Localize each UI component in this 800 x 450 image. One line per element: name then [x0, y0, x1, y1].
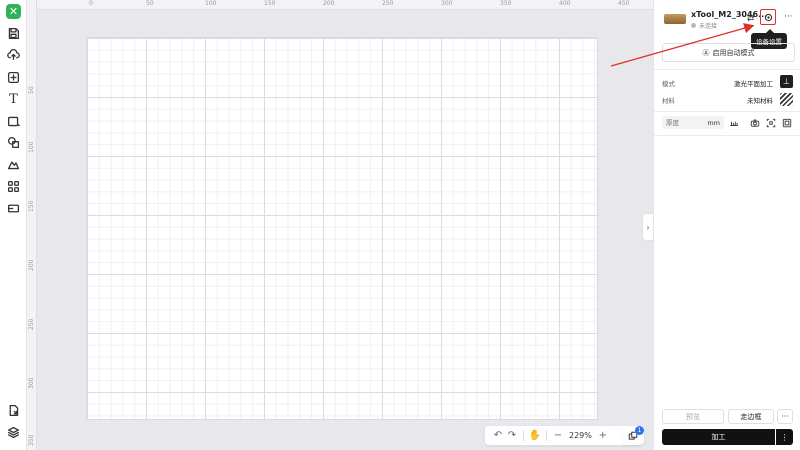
layers-count-badge: 1	[635, 426, 644, 435]
gear-icon	[764, 13, 772, 21]
apps-icon[interactable]	[5, 178, 22, 195]
ruler-label: 50	[146, 0, 154, 7]
right-panel: xTool_M2_3046... 未连接 ⇄ ··· 设备设置 Ⓐ 启用自动模式…	[653, 0, 800, 450]
ruler-label: 400	[559, 0, 571, 7]
ruler-label: 50	[28, 86, 35, 94]
mode-value[interactable]: 激光平面加工	[734, 78, 773, 88]
zoom-in-icon[interactable]: +	[596, 429, 610, 443]
ruler-label: 150	[28, 200, 35, 212]
frame-more-icon[interactable]: ···	[777, 409, 793, 424]
ruler-label: 350	[500, 0, 512, 7]
save-icon[interactable]	[5, 25, 22, 42]
ruler-label: 200	[323, 0, 335, 7]
add-image-icon[interactable]	[5, 69, 22, 86]
ruler-label: 450	[618, 0, 630, 7]
ruler-label: 100	[205, 0, 217, 7]
auto-mode-label: 启用自动模式	[712, 48, 755, 57]
device-name[interactable]: xTool_M2_3046...	[691, 10, 767, 19]
material-value[interactable]: 未知材料	[747, 95, 773, 105]
zoom-out-icon[interactable]: −	[551, 429, 565, 443]
material-label: 材料	[662, 97, 675, 105]
ruler-label: 350	[28, 434, 35, 446]
auto-mode-icon: Ⓐ	[702, 48, 710, 57]
text-icon[interactable]: T	[5, 91, 22, 108]
switch-device-icon[interactable]: ⇄	[747, 14, 755, 24]
ruler-label: 100	[28, 141, 35, 153]
hand-icon[interactable]: ✋	[528, 429, 542, 443]
device-settings-button[interactable]	[760, 9, 776, 25]
divider	[654, 111, 800, 112]
ruler-label: 250	[382, 0, 394, 7]
scan-icon[interactable]	[765, 117, 776, 128]
laser-mode-icon[interactable]: ⊥	[780, 75, 793, 88]
ruler-label: 250	[28, 318, 35, 330]
separator	[523, 430, 524, 441]
redo-icon[interactable]: ↷	[505, 429, 519, 443]
frame-target-icon[interactable]	[781, 117, 792, 128]
ruler-label: 0	[89, 0, 93, 7]
material-pattern-icon[interactable]	[780, 93, 793, 106]
rectangle-icon[interactable]	[5, 113, 22, 130]
device-thumbnail	[664, 14, 686, 24]
ruler-label: 300	[28, 377, 35, 389]
divider	[654, 69, 800, 70]
cloud-upload-icon[interactable]	[5, 46, 22, 63]
ruler-label: 200	[28, 259, 35, 271]
undo-icon[interactable]: ↶	[491, 429, 505, 443]
measure-icon[interactable]	[728, 117, 739, 128]
status-dot-icon	[691, 23, 696, 28]
frame-button[interactable]: 走边框	[728, 409, 774, 424]
ruler-label: 150	[264, 0, 276, 7]
thickness-unit: mm	[707, 118, 720, 127]
zoom-level: 229%	[569, 431, 592, 440]
divider	[654, 135, 800, 136]
zoom-bar: ↶ ↷ ✋ − 229% +	[485, 426, 644, 445]
device-status-text: 未连接	[699, 23, 718, 30]
export-icon[interactable]	[5, 402, 22, 419]
chevron-right-icon: ›	[646, 222, 650, 232]
auto-mode-button[interactable]: Ⓐ 启用自动模式	[662, 43, 795, 62]
separator	[546, 430, 547, 441]
camera-icon[interactable]	[749, 117, 760, 128]
layers-icon[interactable]	[5, 424, 22, 441]
canvas-workspace[interactable]: 0 50 100 150 200 250 300 350 400 450 50 …	[27, 0, 653, 450]
ruler-left: 50 100 150 200 250 300 350	[27, 0, 37, 450]
app-logo[interactable]: ✕	[6, 4, 21, 19]
device-status: 未连接	[691, 21, 717, 30]
preview-button[interactable]: 预览	[662, 409, 724, 424]
process-more-icon[interactable]: ⋮	[776, 429, 793, 445]
left-toolbar: ✕ T	[0, 0, 27, 450]
more-options-icon[interactable]: ···	[784, 12, 793, 22]
ruler-label: 300	[441, 0, 453, 7]
thickness-input[interactable]	[666, 118, 704, 127]
material-icon[interactable]	[5, 200, 22, 217]
work-area-grid[interactable]	[87, 38, 597, 419]
thickness-field[interactable]: mm	[662, 116, 724, 129]
ruler-top: 0 50 100 150 200 250 300 350 400 450	[27, 0, 653, 10]
brush-icon[interactable]	[5, 156, 22, 173]
mode-label: 模式	[662, 80, 675, 88]
panel-collapse-handle[interactable]: ›	[642, 213, 653, 241]
shape-icon[interactable]	[5, 134, 22, 151]
process-button[interactable]: 加工	[662, 429, 775, 445]
